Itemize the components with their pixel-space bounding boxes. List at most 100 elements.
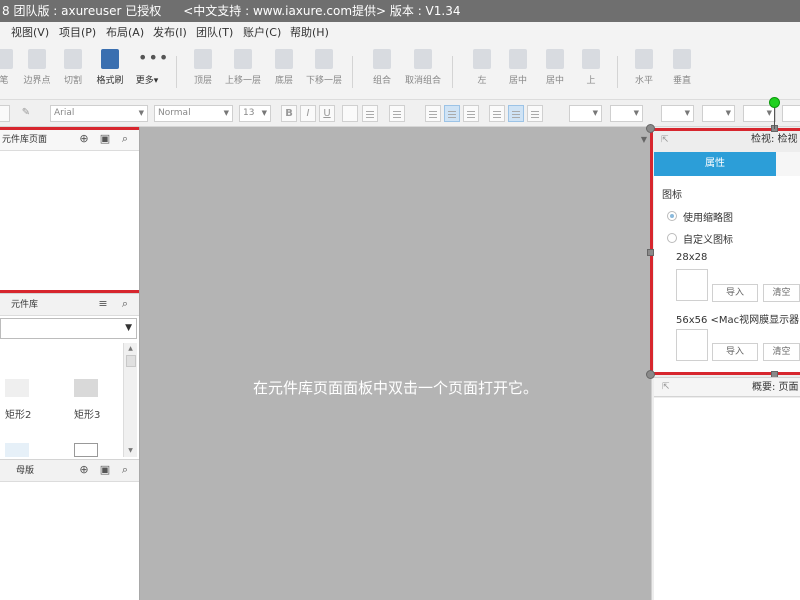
shadow-select[interactable]: ▼: [610, 105, 643, 122]
slice-label: 切割: [63, 76, 82, 86]
menu-layout[interactable]: 布局(A): [106, 22, 144, 44]
pages-panel: [0, 127, 139, 292]
send-backward-button[interactable]: 下移一层: [302, 49, 346, 86]
align-center-text-button[interactable]: [444, 105, 460, 122]
collapse-icon[interactable]: ⇱: [662, 378, 670, 397]
group-button[interactable]: 组合: [360, 49, 404, 86]
add-folder-icon[interactable]: ▣: [99, 133, 111, 145]
add-folder-icon[interactable]: ▣: [99, 464, 111, 476]
arrow-style-select[interactable]: [782, 105, 800, 122]
menu-account[interactable]: 账户(C): [243, 22, 281, 44]
font-size-value: 13: [243, 108, 255, 118]
add-master-icon[interactable]: ⊕: [78, 464, 90, 476]
bullet-list-button[interactable]: [362, 105, 378, 122]
valign-bottom-button[interactable]: [527, 105, 543, 122]
design-canvas[interactable]: 在元件库页面面板中双击一个页面打开它。 ▼: [139, 127, 651, 600]
chevron-down-icon: ▼: [261, 109, 267, 117]
import-28-button[interactable]: 导入: [712, 284, 758, 302]
format-bar: ✎ Arial ▼ Normal ▼ 13 ▼ B I U ▼ ▼ ▼ ▼ ▼: [0, 100, 800, 127]
send-to-back-button[interactable]: 底层: [262, 49, 306, 86]
clear-56-button[interactable]: 清空: [763, 343, 800, 361]
menu-publish[interactable]: 发布(I): [153, 22, 187, 44]
font-style-select[interactable]: Normal ▼: [154, 105, 233, 122]
fill-color-select[interactable]: ▼: [569, 105, 602, 122]
style-edit-icon[interactable]: ✎: [18, 105, 34, 122]
underline-button[interactable]: U: [319, 105, 335, 122]
font-family-select[interactable]: Arial ▼: [50, 105, 148, 122]
menu-help[interactable]: 帮助(H): [290, 22, 329, 44]
align-left-text-button[interactable]: [425, 105, 441, 122]
menu-team[interactable]: 团队(T): [196, 22, 233, 44]
distribute-vertical-button[interactable]: 垂直: [660, 49, 704, 86]
tab-style[interactable]: [776, 152, 800, 176]
bring-forward-button[interactable]: 上移一层: [221, 49, 265, 86]
thumbnail-radio[interactable]: [667, 211, 677, 221]
ungroup-button[interactable]: 取消组合: [401, 49, 445, 86]
line-style-select[interactable]: ▼: [743, 105, 776, 122]
bold-button[interactable]: B: [281, 105, 297, 122]
resize-handle[interactable]: [647, 249, 654, 256]
menu-icon[interactable]: ≡: [97, 298, 109, 310]
rotate-handle[interactable]: [769, 97, 780, 108]
overview-title: 概要: 页面: [752, 382, 799, 393]
rotate-handle-stem: [774, 107, 775, 129]
library-select[interactable]: ▼: [0, 318, 137, 339]
send-to-back-label: 底层: [274, 76, 293, 86]
search-icon[interactable]: ⌕: [119, 298, 131, 310]
widget-rectangle3-thumbnail[interactable]: [74, 379, 98, 397]
bring-to-front-button[interactable]: 顶层: [181, 49, 225, 86]
collapse-icon[interactable]: ⇱: [661, 130, 669, 150]
image-widget-icon[interactable]: [5, 443, 29, 457]
chevron-down-icon: ▼: [125, 323, 132, 333]
clear-28-button[interactable]: 清空: [763, 284, 800, 302]
masters-panel-header: 母版 ⊕ ▣ ⌕: [0, 460, 139, 482]
italic-button[interactable]: I: [300, 105, 316, 122]
bring-to-front-icon: [194, 49, 212, 69]
chevron-down-icon: ▼: [684, 109, 690, 117]
toolbar-divider: [617, 56, 618, 88]
style-dropdown-button[interactable]: [0, 105, 10, 122]
tab-properties[interactable]: 属性: [654, 152, 776, 176]
ungroup-label: 取消组合: [404, 76, 441, 86]
more-label: 更多▾: [135, 76, 159, 86]
bring-forward-label: 上移一层: [224, 76, 261, 86]
scroll-up-icon[interactable]: ▲: [124, 343, 137, 355]
custom-icon-radio[interactable]: [667, 233, 677, 243]
font-size-select[interactable]: 13 ▼: [239, 105, 271, 122]
icon-28-preview: [676, 269, 708, 301]
email-widget-icon[interactable]: [74, 443, 98, 457]
menu-view[interactable]: 视图(V): [11, 22, 49, 44]
menu-project[interactable]: 项目(P): [59, 22, 96, 44]
library-panel-title: 元件库: [11, 300, 39, 310]
chevron-down-icon: ▼: [725, 109, 731, 117]
search-icon[interactable]: ⌕: [119, 464, 131, 476]
more-button[interactable]: ••• 更多▾: [125, 49, 169, 87]
line-spacing-button[interactable]: [389, 105, 405, 122]
valign-middle-button[interactable]: [508, 105, 524, 122]
valign-top-button[interactable]: [489, 105, 505, 122]
search-icon[interactable]: ⌕: [119, 133, 131, 145]
send-to-back-icon: [275, 49, 293, 69]
bring-forward-icon: [234, 49, 252, 69]
library-scrollbar[interactable]: ▲ ▼: [123, 343, 137, 457]
align-top-label: 上: [586, 76, 596, 86]
chevron-down-icon: ▼: [592, 109, 598, 117]
line-color-select[interactable]: ▼: [661, 105, 694, 122]
add-page-icon[interactable]: ⊕: [78, 133, 90, 145]
scroll-down-icon[interactable]: ▼: [124, 445, 137, 457]
align-top-button[interactable]: 上: [569, 49, 613, 86]
import-56-button[interactable]: 导入: [712, 343, 758, 361]
font-color-button[interactable]: [342, 105, 358, 122]
overview-header: ⇱ 概要: 页面: [654, 377, 800, 397]
masters-panel-title: 母版: [16, 466, 35, 476]
resize-handle[interactable]: [646, 124, 655, 133]
ungroup-icon: [414, 49, 432, 69]
app-title: 8 团队版 : axureuser 已授权: [2, 4, 162, 18]
canvas-empty-message: 在元件库页面面板中双击一个页面打开它。: [252, 379, 538, 397]
scrollbar-thumb[interactable]: [126, 355, 136, 367]
chevron-down-icon[interactable]: ▼: [641, 135, 647, 144]
line-width-select[interactable]: ▼: [702, 105, 735, 122]
align-right-text-button[interactable]: [463, 105, 479, 122]
distribute-vertical-icon: [673, 49, 691, 69]
widget-rectangle2-thumbnail[interactable]: [5, 379, 29, 397]
